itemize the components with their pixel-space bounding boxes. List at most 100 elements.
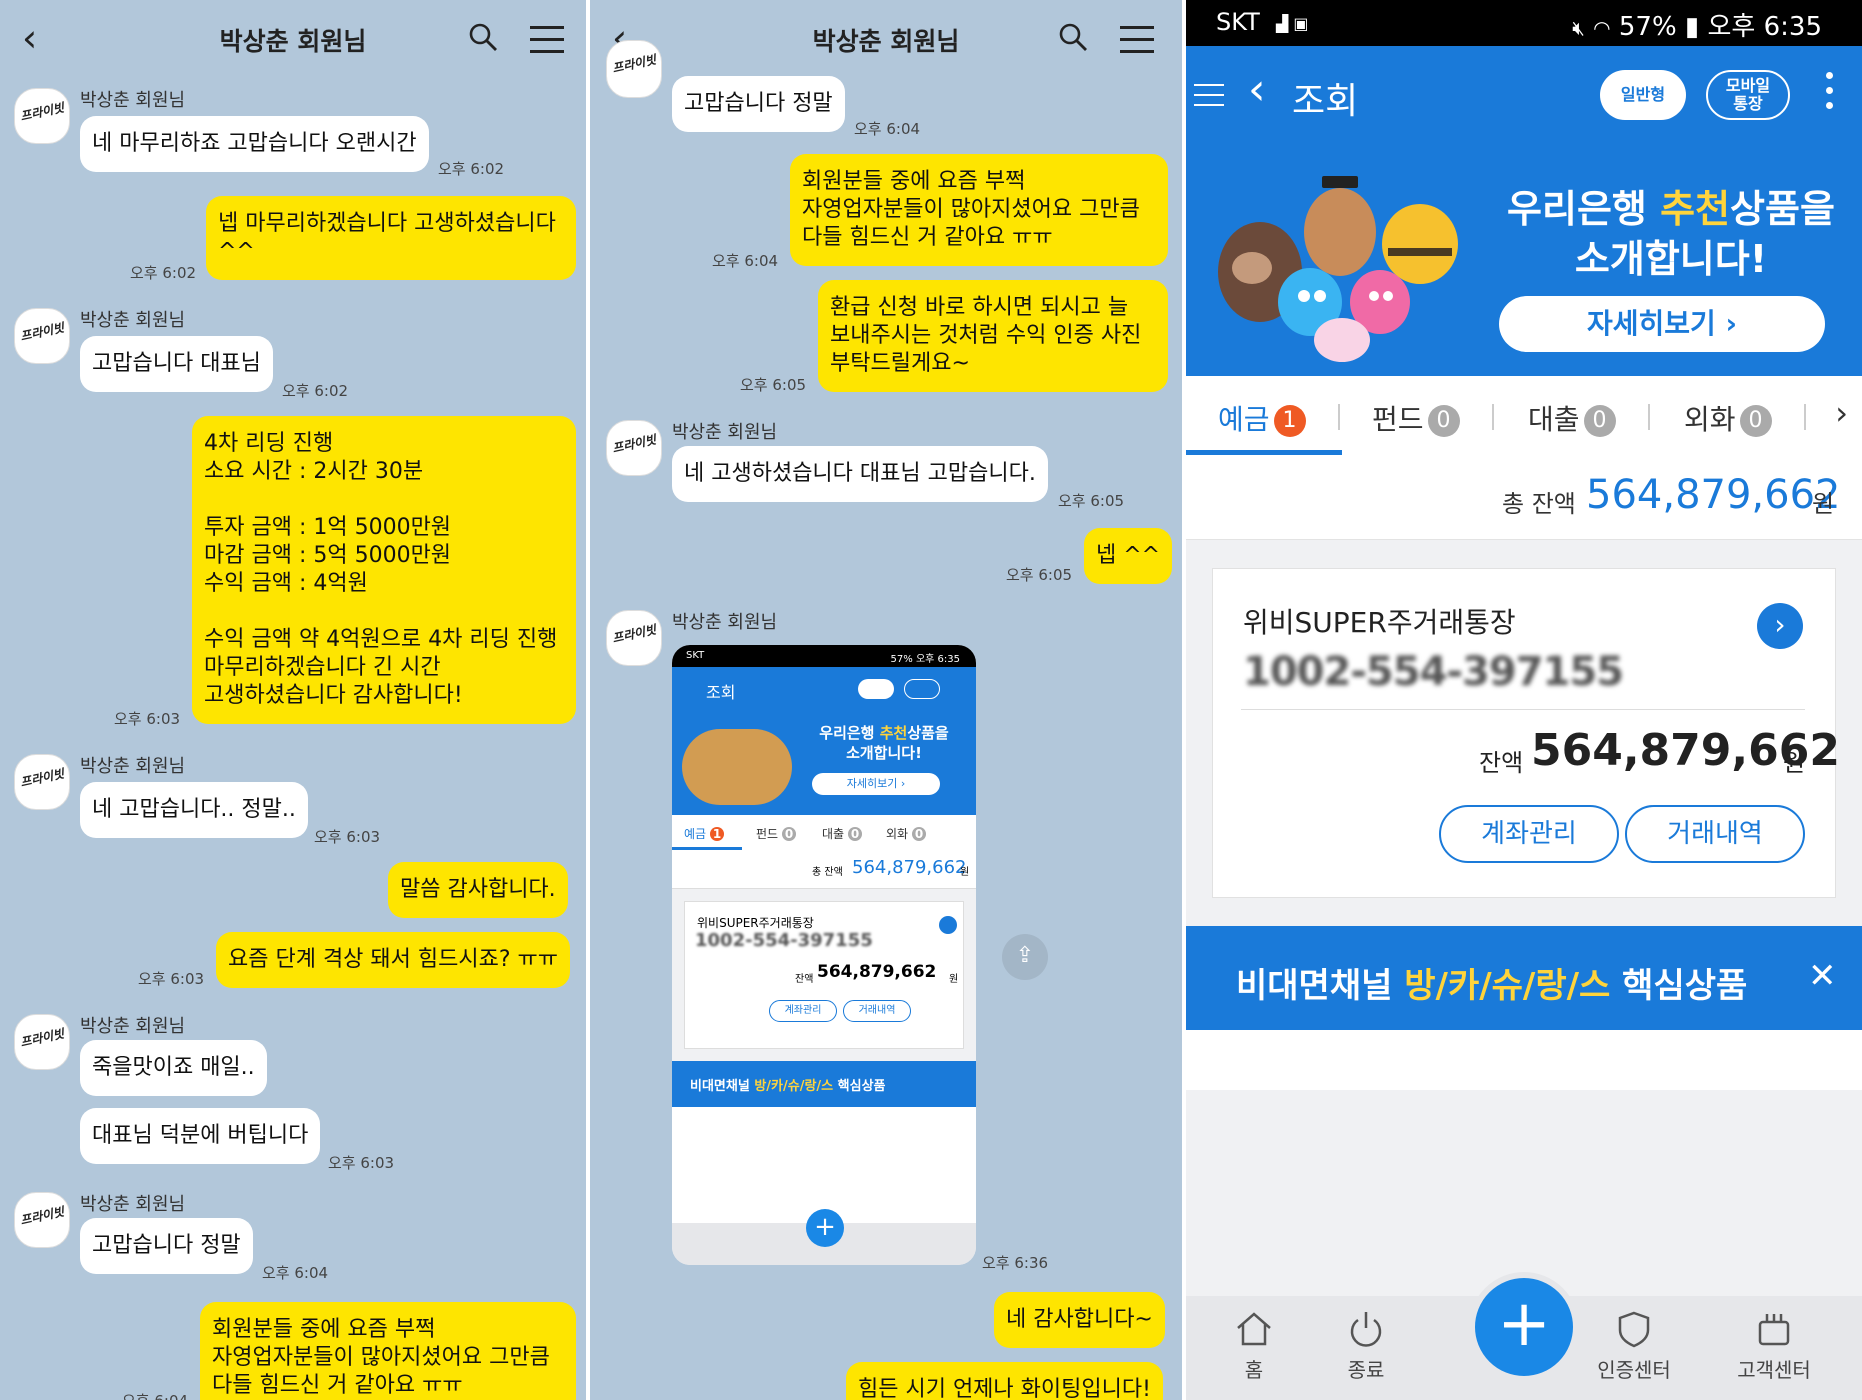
avatar[interactable]: 프라이빗 bbox=[606, 420, 662, 476]
avatar[interactable]: 프라이빗 bbox=[14, 88, 70, 144]
tab-deposit[interactable]: 예금 1 bbox=[1218, 398, 1306, 438]
chevron-right-icon[interactable]: › bbox=[1757, 603, 1803, 649]
battery-level: 57% bbox=[1618, 12, 1677, 42]
nav-label: 고객센터 bbox=[1737, 1358, 1811, 1382]
menu-icon[interactable] bbox=[1120, 26, 1154, 53]
total-balance-label: 총 잔액 bbox=[1502, 490, 1576, 518]
bank-app-screenshot: SKT ▟ ▣ 🔇︎ ◠ 57% ▮ 오후 6:35 ‹ 조회 일반형 모바일 … bbox=[1186, 0, 1862, 1400]
message-time: 오후 6:03 bbox=[314, 828, 381, 846]
mobile-passbook-button[interactable]: 모바일 통장 bbox=[1706, 70, 1790, 120]
mini-total-value: 564,879,662 bbox=[852, 857, 967, 878]
message-bubble[interactable]: 고맙습니다 정말 bbox=[80, 1218, 253, 1274]
shared-screenshot-image[interactable]: SKT 57% 오후 6:35 조회 우리은행 추천상품을 소개합니다! 자세히보… bbox=[672, 645, 976, 1265]
back-icon[interactable]: ‹ bbox=[1248, 64, 1266, 115]
sender-name: 박상춘 회원님 bbox=[80, 1194, 186, 1215]
tab-separator bbox=[1338, 404, 1340, 430]
avatar[interactable]: 프라이빗 bbox=[14, 308, 70, 364]
more-options-icon[interactable] bbox=[1826, 72, 1834, 117]
nav-customer-center[interactable]: 고객센터 bbox=[1724, 1310, 1824, 1383]
general-mode-button[interactable]: 일반형 bbox=[1600, 70, 1686, 120]
wifi-icon: ◠ bbox=[1593, 16, 1611, 40]
message-bubble[interactable]: 넵 마무리하겠습니다 고생하셨습니다 ^^ bbox=[206, 196, 576, 280]
message-bubble[interactable]: 고맙습니다 대표님 bbox=[80, 336, 273, 392]
chevron-right-icon[interactable]: › bbox=[1835, 394, 1848, 432]
hamburger-icon[interactable] bbox=[1194, 84, 1224, 106]
sender-name: 박상춘 회원님 bbox=[80, 756, 186, 777]
tab-separator bbox=[1804, 404, 1806, 430]
avatar[interactable]: 프라이빗 bbox=[606, 40, 662, 98]
tab-label: 대출 bbox=[1528, 403, 1580, 436]
sender-name: 박상춘 회원님 bbox=[80, 90, 186, 111]
mini-balance: 564,879,662 bbox=[817, 962, 937, 982]
search-icon[interactable] bbox=[468, 22, 498, 52]
mini-promo-pre: 비대면채널 bbox=[690, 1079, 755, 1094]
message-bubble[interactable]: 네 감사합니다~ bbox=[994, 1292, 1165, 1348]
chat-panel-left: ‹ 박상춘 회원님 프라이빗 박상춘 회원님 네 마무리하죠 고맙습니다 오랜시… bbox=[0, 0, 586, 1400]
app-bar: ‹ 조회 일반형 모바일 통장 bbox=[1186, 46, 1862, 148]
banner-line1-highlight: 추천 bbox=[1660, 187, 1731, 231]
account-name: 위비SUPER주거래통장 bbox=[1243, 606, 1516, 639]
menu-icon[interactable] bbox=[530, 26, 564, 53]
status-bar: SKT ▟ ▣ 🔇︎ ◠ 57% ▮ 오후 6:35 bbox=[1186, 0, 1862, 46]
message-bubble[interactable]: 힘든 시기 언제나 화이팅입니다! bbox=[846, 1362, 1163, 1400]
mini-account-name: 위비SUPER주거래통장 bbox=[697, 916, 814, 930]
message-bubble[interactable]: 요즘 단계 격상 돼서 힘드시죠? ㅠㅠ bbox=[216, 932, 571, 988]
message-bubble[interactable]: 네 고생하셨습니다 대표님 고맙습니다. bbox=[672, 446, 1048, 502]
promo-banner[interactable]: 우리은행 추천상품을 소개합니다! 자세히보기 › bbox=[1186, 148, 1862, 376]
banner-headline: 우리은행 추천상품을 소개합니다! bbox=[1506, 184, 1836, 284]
nav-certificate-center[interactable]: 인증센터 bbox=[1584, 1310, 1684, 1383]
message-bubble[interactable]: 회원분들 중에 요즘 부쩍 자영업자분들이 많아지셨어요 그만큼 다들 힘드신 … bbox=[200, 1302, 576, 1400]
message-bubble[interactable]: 환급 신청 바로 하시면 되시고 늘 보내주시는 것처럼 수익 인증 사진 부탁… bbox=[818, 280, 1168, 392]
chat-header: ‹ 박상춘 회원님 bbox=[590, 0, 1182, 80]
message-bubble[interactable]: 회원분들 중에 요즘 부쩍 자영업자분들이 많아지셨어요 그만큼 다들 힘드신 … bbox=[790, 154, 1168, 266]
nav-home[interactable]: 홈 bbox=[1204, 1310, 1304, 1383]
message-bubble[interactable]: 고맙습니다 정말 bbox=[672, 76, 845, 132]
promo-pre: 비대면채널 bbox=[1236, 966, 1405, 1006]
message-bubble[interactable]: 네 마무리하죠 고맙습니다 오랜시간 bbox=[80, 116, 429, 172]
message-bubble[interactable]: 넵 ^^ bbox=[1084, 528, 1173, 584]
tab-label: 펀드 bbox=[1372, 403, 1424, 436]
mini-promo-hl: 방/카/슈/랑/스 bbox=[754, 1079, 834, 1094]
message-time: 오후 6:02 bbox=[282, 382, 349, 400]
tab-count-badge: 1 bbox=[1273, 405, 1306, 437]
mini-pill bbox=[858, 679, 894, 699]
search-icon[interactable] bbox=[1058, 22, 1088, 52]
share-icon[interactable]: ⇪ bbox=[1002, 934, 1048, 980]
message-bubble[interactable]: 4차 리딩 진행 소요 시간 : 2시간 30분 투자 금액 : 1억 5000… bbox=[192, 416, 576, 724]
message-bubble[interactable]: 네 고맙습니다.. 정말.. bbox=[80, 782, 308, 838]
total-balance-value: 564,879,662 bbox=[1586, 472, 1841, 518]
message-bubble[interactable]: 말씀 감사합니다. bbox=[388, 862, 568, 918]
home-icon bbox=[1237, 1312, 1271, 1346]
sender-name: 박상춘 회원님 bbox=[80, 310, 186, 331]
nav-exit[interactable]: 종료 bbox=[1316, 1310, 1416, 1383]
chat-panel-middle: ‹ 박상춘 회원님 프라이빗 고맙습니다 정말 오후 6:04 회원분들 중에 … bbox=[590, 0, 1182, 1400]
see-more-button[interactable]: 자세히보기 › bbox=[1499, 296, 1825, 352]
avatar[interactable]: 프라이빗 bbox=[14, 1014, 70, 1070]
account-manage-button[interactable]: 계좌관리 bbox=[1439, 805, 1619, 863]
tab-fund[interactable]: 펀드 0 bbox=[1372, 398, 1460, 438]
tab-foreign-currency[interactable]: 외화 0 bbox=[1684, 398, 1772, 438]
avatar[interactable]: 프라이빗 bbox=[606, 610, 662, 666]
message-time: 오후 6:05 bbox=[1058, 492, 1125, 510]
mini-mascots bbox=[682, 729, 792, 805]
mascot-characters bbox=[1218, 176, 1458, 362]
avatar[interactable]: 프라이빗 bbox=[14, 754, 70, 810]
card-divider bbox=[1241, 709, 1805, 710]
tab-loan[interactable]: 대출 0 bbox=[1528, 398, 1616, 438]
total-balance-unit: 원 bbox=[1812, 490, 1835, 518]
transaction-history-button[interactable]: 거래내역 bbox=[1625, 805, 1805, 863]
banner-line1-pre: 우리은행 bbox=[1507, 187, 1661, 231]
message-bubble[interactable]: 죽을맛이죠 매일.. bbox=[80, 1040, 267, 1096]
account-card[interactable]: 위비SUPER주거래통장 1002-554-397155 › 잔액 564,87… bbox=[1212, 568, 1840, 898]
promo-strip[interactable]: 비대면채널 방/카/슈/랑/스 핵심상품 ✕ bbox=[1186, 926, 1862, 1030]
plus-button[interactable]: + bbox=[1469, 1272, 1579, 1382]
mini-account-number: 1002-554-397155 bbox=[695, 930, 873, 951]
close-icon[interactable]: ✕ bbox=[1808, 956, 1837, 996]
mini-banner-line1-pre: 우리은행 bbox=[819, 724, 880, 742]
message-bubble[interactable]: 대표님 덕분에 버팁니다 bbox=[80, 1108, 321, 1164]
avatar[interactable]: 프라이빗 bbox=[14, 1192, 70, 1248]
mute-icon: 🔇︎ bbox=[1572, 16, 1585, 40]
message-time: 오후 6:04 bbox=[262, 1264, 329, 1282]
mini-title: 조회 bbox=[706, 683, 736, 702]
mini-arrow-icon bbox=[939, 916, 957, 934]
